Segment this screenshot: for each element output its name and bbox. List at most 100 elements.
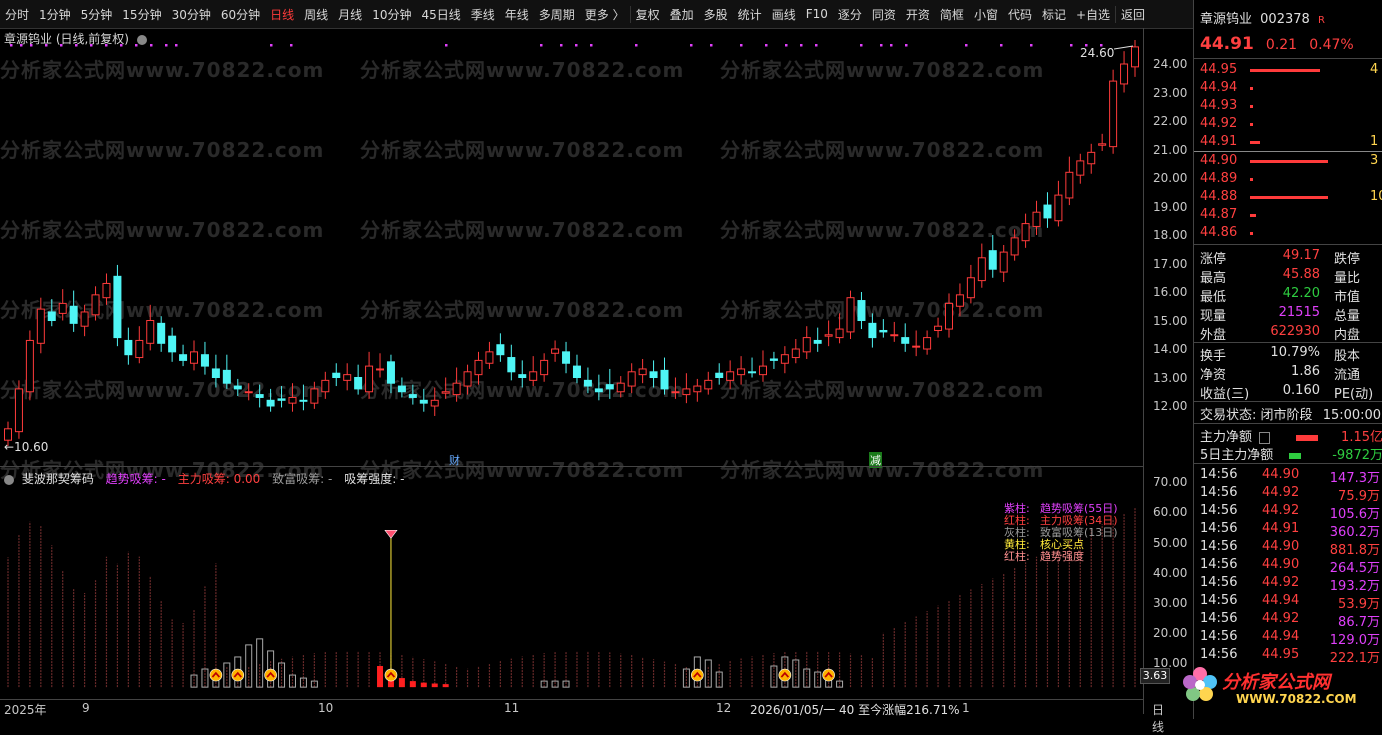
trade-status-label: 交易状态: <box>1200 408 1257 423</box>
stat-label-2: 量比 <box>1334 271 1361 286</box>
main-force-bar <box>409 681 416 688</box>
candle-body <box>277 398 286 401</box>
logo: 分析家公式网 WWW.70822.COM <box>1176 662 1382 714</box>
candle-body <box>430 399 439 407</box>
toolbar-item[interactable]: 30分钟 <box>167 6 216 23</box>
toolbar-item[interactable]: 开资 <box>901 6 935 23</box>
toolbar-item[interactable]: 日线 <box>265 6 299 23</box>
ask-volume: 1 <box>1370 134 1379 149</box>
candle-body <box>452 382 461 396</box>
toolbar-item[interactable]: 统计 <box>733 6 767 23</box>
toolbar-item[interactable]: 1分钟 <box>34 6 76 23</box>
toolbar-item[interactable]: 简框 <box>935 6 969 23</box>
net-main-value: 1.15亿 <box>1341 430 1382 445</box>
stat-value: 45.88 <box>1282 267 1320 282</box>
indicator-tick: 50.00 <box>1153 536 1188 550</box>
stat-label-2: 股本 <box>1334 349 1361 364</box>
candle-body <box>299 399 308 402</box>
wealth-value: - <box>328 472 333 486</box>
toolbar-item[interactable]: 同资 <box>867 6 901 23</box>
candle-body <box>813 339 822 344</box>
toolbar-item[interactable]: F10 <box>801 7 833 21</box>
toolbar-item[interactable]: 逐分 <box>833 6 867 23</box>
tick-volume: 53.9万 <box>1338 597 1380 612</box>
doc-icon[interactable] <box>1259 431 1271 444</box>
toolbar-item[interactable]: 10分钟 <box>367 6 416 23</box>
signal-dot <box>90 44 93 47</box>
trend-value: - <box>161 472 166 486</box>
ask-volume: 4 <box>1370 62 1379 77</box>
toolbar-item[interactable]: 月线 <box>333 6 367 23</box>
tick-price: 44.92 <box>1262 575 1300 590</box>
tick-price: 44.94 <box>1262 593 1300 608</box>
signal-dot <box>30 44 33 47</box>
candle-body <box>474 359 483 376</box>
bid-price: 44.88 <box>1200 189 1238 204</box>
stock-name: 章源钨业 <box>1200 12 1253 27</box>
toolbar-item[interactable]: 5分钟 <box>76 6 118 23</box>
toolbar-item[interactable]: 周线 <box>299 6 333 23</box>
tick-time: 14:56 <box>1200 593 1238 608</box>
candle-body <box>879 329 888 333</box>
main-force-label: 主力吸筹: <box>177 472 230 486</box>
candlestick-chart[interactable] <box>0 40 1143 465</box>
toolbar-item[interactable]: 更多 〉 <box>580 6 630 23</box>
toolbar-item[interactable]: 多股 <box>699 6 733 23</box>
stat-label-2: 内盘 <box>1334 328 1361 343</box>
candle-body <box>890 334 899 337</box>
stock-tag: R <box>1317 15 1325 26</box>
candle-body <box>80 311 89 327</box>
toolbar-item[interactable]: 15分钟 <box>117 6 166 23</box>
tick-time: 14:56 <box>1200 485 1238 500</box>
bid-volume-bar <box>1250 178 1253 181</box>
candle-body <box>507 357 516 373</box>
toolbar-item[interactable]: 叠加 <box>665 6 699 23</box>
toolbar-item[interactable]: 标记 <box>1037 6 1071 23</box>
toolbar-item[interactable]: 60分钟 <box>216 6 265 23</box>
main-force-bar <box>377 666 384 688</box>
candle-body <box>1076 160 1085 176</box>
net-main-bar <box>1296 434 1319 441</box>
signal-dot <box>1030 44 1033 47</box>
tick-time: 14:56 <box>1200 647 1238 662</box>
candle-body <box>1021 223 1030 242</box>
candle-body <box>583 379 592 387</box>
toolbar-item[interactable]: 画线 <box>767 6 801 23</box>
trade-status-row: 交易状态: 闭市阶段 15:00:00 <box>1194 404 1382 423</box>
tick-price: 44.90 <box>1262 467 1300 482</box>
signal-dot <box>150 44 153 47</box>
quote-panel: 章源钨业 002378 R 44.91 0.21 0.47% 44.95 4 44.… <box>1183 0 1382 719</box>
collapse-icon[interactable] <box>4 474 14 485</box>
candle-body <box>540 359 549 376</box>
toolbar-item[interactable]: +自选 <box>1071 6 1115 23</box>
price-tick: 24.00 <box>1153 57 1188 71</box>
indicator-chart[interactable] <box>0 485 1143 699</box>
candle-body <box>25 339 34 393</box>
orderbook-mid-line <box>1194 151 1382 152</box>
tick-price: 44.95 <box>1262 647 1300 662</box>
toolbar-item[interactable]: 代码 <box>1003 6 1037 23</box>
net-main-row: 主力净额 1.15亿 <box>1194 426 1382 445</box>
tick-volume: 147.3万 <box>1329 471 1380 486</box>
toolbar-item[interactable]: 年线 <box>500 6 534 23</box>
toolbar-item[interactable]: 分时 <box>0 6 34 23</box>
candle-body <box>901 337 910 344</box>
toolbar-item[interactable]: 小窗 <box>969 6 1003 23</box>
toolbar-item[interactable]: 返回 <box>1115 5 1150 23</box>
stat-label: 收益(三) <box>1200 387 1250 402</box>
candle-body <box>562 351 571 364</box>
price-tick: 17.00 <box>1153 257 1188 271</box>
toolbar-item[interactable]: 季线 <box>466 6 500 23</box>
candle-body <box>605 384 614 390</box>
tick-time: 14:56 <box>1200 629 1238 644</box>
candle-body <box>988 250 997 270</box>
signal-dot <box>1070 44 1073 47</box>
net5-label: 5日主力净额 <box>1200 448 1274 463</box>
candle-body <box>780 354 789 364</box>
toolbar-item[interactable]: 45日线 <box>416 6 465 23</box>
logo-text: 分析家公式网 <box>1222 672 1330 693</box>
toolbar-item[interactable]: 复权 <box>629 5 665 23</box>
indicator-tick: 20.00 <box>1153 626 1188 640</box>
price-tick: 13.00 <box>1153 371 1188 385</box>
toolbar-item[interactable]: 多周期 <box>534 6 580 23</box>
